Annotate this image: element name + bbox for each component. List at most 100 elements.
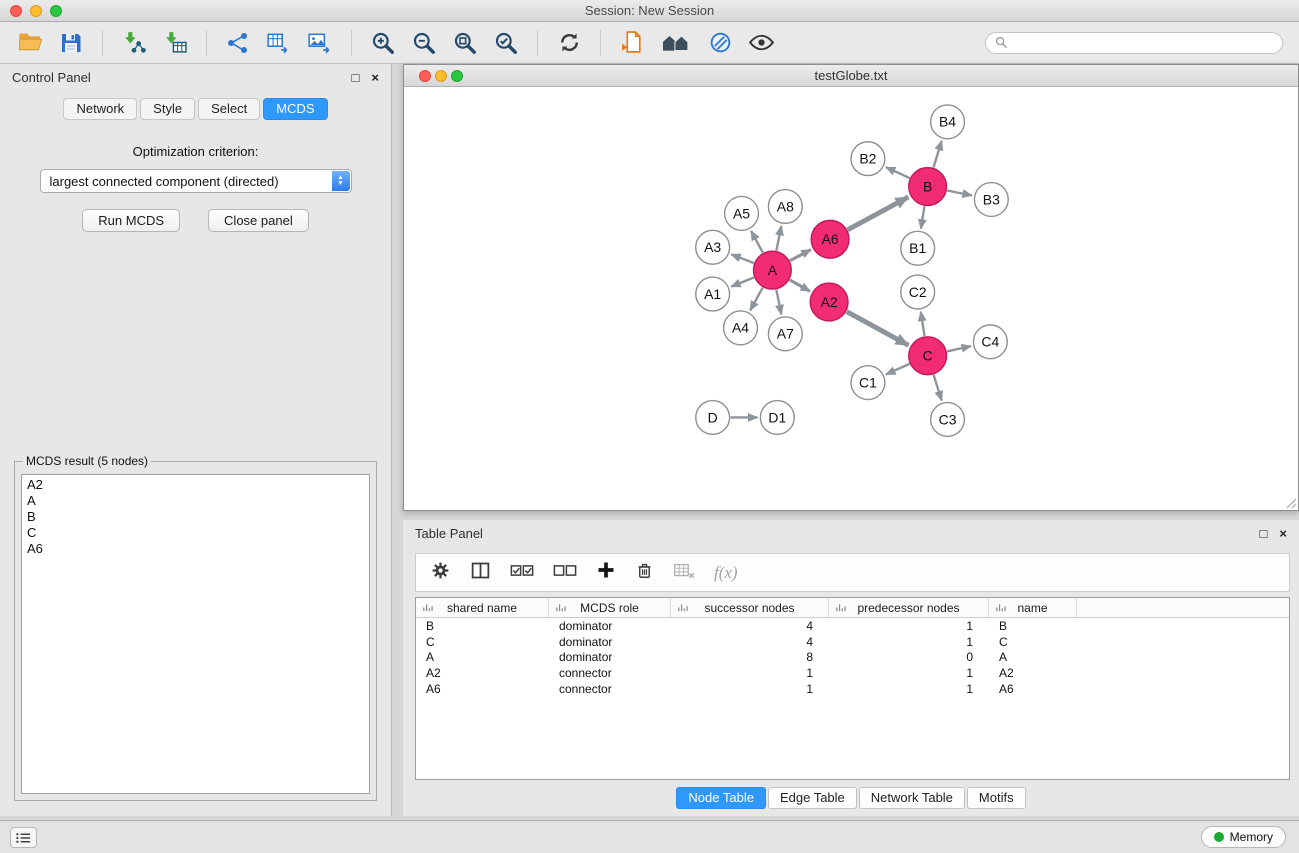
graph-node-C1[interactable]: C1	[851, 366, 885, 400]
search-box[interactable]	[985, 32, 1283, 54]
minimize-button[interactable]	[435, 70, 447, 82]
add-column-icon[interactable]	[596, 560, 616, 585]
graph-edge-B-B3[interactable]	[947, 191, 972, 196]
graph-edge-A-A8[interactable]	[776, 226, 781, 251]
graph-edge-A-A2[interactable]	[790, 280, 810, 291]
tab-style[interactable]: Style	[140, 98, 195, 120]
graphics-details-icon[interactable]	[706, 29, 734, 57]
graph-node-A4[interactable]: A4	[724, 311, 758, 345]
graph-node-A6[interactable]: A6	[811, 220, 849, 258]
graph-node-A3[interactable]: A3	[696, 230, 730, 264]
network-window-titlebar[interactable]: testGlobe.txt	[404, 65, 1298, 87]
memory-button[interactable]: Memory	[1201, 826, 1286, 848]
import-table-icon[interactable]	[161, 29, 189, 57]
graph-edge-B-B4[interactable]	[934, 141, 942, 168]
close-button[interactable]	[10, 5, 22, 17]
column-header[interactable]: predecessor nodes	[829, 598, 989, 617]
home-icon[interactable]	[659, 29, 693, 57]
table-row[interactable]: A2connector11A2	[416, 665, 1289, 681]
save-session-icon[interactable]	[57, 29, 85, 57]
graph-node-A7[interactable]: A7	[768, 317, 802, 351]
tab-mcds[interactable]: MCDS	[263, 98, 327, 120]
result-item[interactable]: B	[27, 509, 364, 525]
tab-node-table[interactable]: Node Table	[676, 787, 766, 809]
graph-edge-A-A1[interactable]	[731, 278, 754, 287]
graph-node-D1[interactable]: D1	[760, 401, 794, 435]
function-builder-icon[interactable]: f(x)	[714, 563, 738, 583]
network-canvas[interactable]: B4B2BB3A8A5A6A3B1AC2A1A2A4A7C4CC1C3DD1	[404, 88, 1298, 510]
graph-edge-A2-C[interactable]	[847, 312, 909, 346]
graph-node-A5[interactable]: A5	[725, 196, 759, 230]
resize-handle[interactable]	[1285, 497, 1297, 509]
graph-edge-C-C3[interactable]	[934, 375, 942, 401]
task-history-button[interactable]	[10, 827, 37, 848]
import-network-icon[interactable]	[120, 29, 148, 57]
result-item[interactable]: A	[27, 493, 364, 509]
table-row[interactable]: A6connector11A6	[416, 681, 1289, 697]
graph-node-C2[interactable]: C2	[901, 275, 935, 309]
graph-edge-C-C4[interactable]	[947, 346, 971, 351]
table-row[interactable]: Bdominator41B	[416, 618, 1289, 634]
zoom-selected-icon[interactable]	[492, 29, 520, 57]
table-row[interactable]: Adominator80A	[416, 650, 1289, 666]
eye-icon[interactable]	[747, 29, 775, 57]
unselect-all-columns-icon[interactable]	[553, 562, 577, 584]
minimize-button[interactable]	[30, 5, 42, 17]
graph-node-A2[interactable]: A2	[810, 283, 848, 321]
search-input[interactable]	[1014, 36, 1273, 50]
refresh-icon[interactable]	[555, 29, 583, 57]
result-item[interactable]: A6	[27, 541, 364, 557]
new-network-icon[interactable]	[224, 29, 252, 57]
result-item[interactable]: C	[27, 525, 364, 541]
table-settings-gear-icon[interactable]	[430, 560, 451, 586]
close-panel-icon[interactable]: ×	[1279, 526, 1287, 541]
close-button[interactable]	[419, 70, 431, 82]
close-panel-button[interactable]: Close panel	[208, 209, 309, 232]
float-panel-icon[interactable]: □	[352, 70, 360, 85]
result-item[interactable]: A2	[27, 477, 364, 493]
graph-edge-C-C1[interactable]	[886, 364, 909, 375]
graph-node-A8[interactable]: A8	[768, 190, 802, 224]
graph-node-D[interactable]: D	[696, 401, 730, 435]
graph-edge-A-A7[interactable]	[776, 290, 781, 315]
mcds-result-list[interactable]: A2ABCA6	[21, 474, 370, 794]
tab-edge-table[interactable]: Edge Table	[768, 787, 857, 809]
graph-node-C3[interactable]: C3	[931, 403, 965, 437]
zoom-button[interactable]	[50, 5, 62, 17]
graph-edge-B-B2[interactable]	[886, 167, 910, 178]
graph-edge-A-A4[interactable]	[750, 288, 763, 311]
export-image-icon[interactable]	[306, 29, 334, 57]
column-header[interactable]: successor nodes	[671, 598, 829, 617]
zoom-button[interactable]	[451, 70, 463, 82]
select-all-columns-icon[interactable]	[510, 562, 534, 584]
open-file-icon[interactable]	[16, 29, 44, 57]
delete-column-icon[interactable]	[635, 561, 654, 585]
graph-node-C[interactable]: C	[909, 337, 947, 375]
float-panel-icon[interactable]: □	[1260, 526, 1268, 541]
export-table-icon[interactable]	[265, 29, 293, 57]
graph-node-A[interactable]: A	[753, 251, 791, 289]
zoom-out-icon[interactable]	[410, 29, 438, 57]
delete-table-icon[interactable]	[673, 562, 695, 584]
graph-node-B3[interactable]: B3	[974, 183, 1008, 217]
graph-edge-A6-B[interactable]	[848, 197, 909, 230]
graph-node-C4[interactable]: C4	[973, 325, 1007, 359]
tab-select[interactable]: Select	[198, 98, 260, 120]
graph-edge-A-A6[interactable]	[790, 250, 811, 261]
column-header[interactable]: shared name	[416, 598, 549, 617]
graph-edge-A-A3[interactable]	[731, 254, 753, 263]
table-row[interactable]: Cdominator41C	[416, 634, 1289, 650]
tab-network[interactable]: Network	[63, 98, 137, 120]
run-mcds-button[interactable]: Run MCDS	[82, 209, 180, 232]
close-panel-icon[interactable]: ×	[371, 70, 379, 85]
column-header[interactable]: name	[989, 598, 1077, 617]
graph-node-B2[interactable]: B2	[851, 142, 885, 176]
graph-edge-C-C2[interactable]	[921, 312, 925, 336]
graph-node-B[interactable]: B	[909, 168, 947, 206]
graph-node-B4[interactable]: B4	[931, 105, 965, 139]
graph-node-B1[interactable]: B1	[901, 231, 935, 265]
node-table[interactable]: shared nameMCDS rolesuccessor nodesprede…	[415, 597, 1290, 780]
paste-document-icon[interactable]	[618, 29, 646, 57]
graph-edge-B-B1[interactable]	[921, 206, 925, 228]
zoom-in-icon[interactable]	[369, 29, 397, 57]
